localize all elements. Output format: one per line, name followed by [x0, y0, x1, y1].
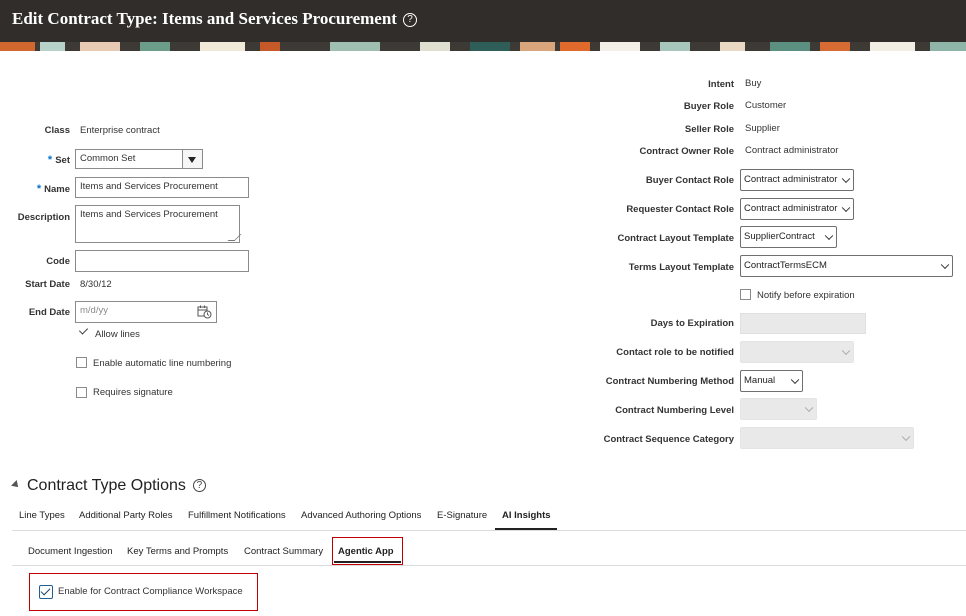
chevron-down-icon	[841, 203, 851, 213]
name-label-text: Name	[44, 184, 70, 195]
terms-layout-template-value: ContractTermsECM	[744, 260, 827, 271]
set-dropdown-button[interactable]	[182, 149, 203, 169]
caret-down-icon	[188, 157, 196, 163]
terms-layout-template-label: Terms Layout Template	[628, 262, 734, 273]
chevron-down-icon	[901, 432, 911, 442]
buyer-role-label: Buyer Role	[683, 101, 734, 112]
class-value: Enterprise contract	[80, 125, 160, 136]
check-icon	[78, 325, 89, 335]
contract-owner-role-value: Contract administrator	[745, 145, 839, 156]
allow-lines-label: Allow lines	[95, 329, 140, 340]
numbering-level-label: Contract Numbering Level	[615, 405, 734, 416]
collapse-triangle-icon[interactable]	[11, 480, 21, 490]
requester-contact-role-label: Requester Contact Role	[626, 204, 734, 215]
description-label: Description	[17, 212, 70, 223]
code-label: Code	[46, 256, 70, 267]
subtab-contract-summary[interactable]: Contract Summary	[244, 546, 323, 557]
intent-label: Intent	[708, 79, 734, 90]
numbering-method-value: Manual	[744, 375, 776, 386]
name-label: * Name	[37, 183, 70, 195]
end-date-input[interactable]: m/d/yy	[75, 301, 217, 323]
requester-contact-role-select[interactable]: Contract administrator	[740, 198, 854, 220]
tab-divider	[12, 530, 966, 531]
description-textarea[interactable]: Items and Services Procurement	[75, 205, 240, 243]
set-label-text: Set	[55, 155, 70, 166]
subtab-document-ingestion[interactable]: Document Ingestion	[28, 546, 113, 557]
contract-layout-template-select[interactable]: SupplierContract	[740, 226, 837, 248]
requester-contact-role-value: Contract administrator	[744, 203, 838, 214]
contact-role-notified-label: Contact role to be notified	[616, 347, 734, 358]
calendar-icon[interactable]	[197, 305, 212, 319]
compliance-workspace-checkbox[interactable]	[39, 585, 53, 599]
contract-owner-role-label: Contract Owner Role	[639, 146, 735, 157]
end-date-placeholder: m/d/yy	[80, 305, 108, 316]
required-mark: *	[36, 183, 42, 195]
auto-line-numbering-checkbox[interactable]	[76, 357, 87, 368]
days-to-expiration-label: Days to Expiration	[650, 318, 734, 329]
decorative-banner	[0, 42, 966, 51]
section-title-text: Contract Type Options	[27, 477, 186, 494]
requires-signature-checkbox[interactable]	[76, 387, 87, 398]
contact-role-notified-select[interactable]	[740, 341, 854, 363]
start-date-label: Start Date	[25, 279, 70, 290]
days-to-expiration-input[interactable]	[740, 313, 866, 334]
seller-role-value: Supplier	[745, 123, 780, 134]
contract-layout-template-label: Contract Layout Template	[617, 233, 734, 244]
numbering-method-select[interactable]: Manual	[740, 370, 803, 392]
requires-signature-label: Requires signature	[93, 387, 173, 398]
section-title: Contract Type Options?	[27, 477, 206, 495]
page-title-text: Edit Contract Type: Items and Services P…	[12, 9, 397, 28]
sequence-category-select[interactable]	[740, 427, 914, 449]
buyer-contact-role-value: Contract administrator	[744, 174, 838, 185]
subtab-key-terms-and-prompts[interactable]: Key Terms and Prompts	[127, 546, 228, 557]
tab-additional-party-roles[interactable]: Additional Party Roles	[79, 510, 172, 521]
terms-layout-template-select[interactable]: ContractTermsECM	[740, 255, 953, 277]
chevron-down-icon	[841, 346, 851, 356]
contract-layout-template-value: SupplierContract	[744, 231, 815, 242]
chevron-down-icon	[940, 260, 950, 270]
notify-before-expiration-checkbox[interactable]	[740, 289, 751, 300]
start-date-value: 8/30/12	[80, 279, 112, 290]
tab-fulfillment-notifications[interactable]: Fulfillment Notifications	[188, 510, 286, 521]
class-label: Class	[44, 125, 70, 136]
chevron-down-icon	[824, 231, 834, 241]
help-icon[interactable]: ?	[192, 479, 206, 492]
sequence-category-label: Contract Sequence Category	[603, 434, 734, 445]
end-date-label: End Date	[28, 307, 70, 318]
chevron-down-icon	[841, 174, 851, 184]
numbering-method-label: Contract Numbering Method	[605, 376, 734, 387]
name-input[interactable]: Items and Services Procurement	[75, 177, 249, 198]
buyer-role-value: Customer	[745, 100, 787, 111]
help-icon[interactable]: ?	[402, 13, 417, 27]
required-mark: *	[47, 154, 53, 166]
set-value: Common Set	[80, 153, 136, 164]
checkmark-icon	[40, 585, 51, 596]
tab-e-signature[interactable]: E-Signature	[437, 510, 487, 521]
subtab-divider	[12, 565, 966, 566]
buyer-contact-role-select[interactable]: Contract administrator	[740, 169, 854, 191]
set-label: * Set	[48, 154, 70, 166]
tab-advanced-authoring-options[interactable]: Advanced Authoring Options	[301, 510, 421, 521]
tab-ai-insights[interactable]: AI Insights	[502, 510, 551, 521]
chevron-down-icon	[790, 375, 800, 385]
seller-role-label: Seller Role	[684, 124, 734, 135]
auto-line-numbering-label: Enable automatic line numbering	[93, 358, 232, 369]
active-subtab-indicator	[334, 561, 401, 563]
buyer-contact-role-label: Buyer Contact Role	[645, 175, 734, 186]
tab-line-types[interactable]: Line Types	[19, 510, 65, 521]
code-input[interactable]	[75, 250, 249, 272]
intent-value: Buy	[745, 78, 762, 89]
compliance-workspace-label: Enable for Contract Compliance Workspace	[58, 586, 243, 597]
notify-before-expiration-label: Notify before expiration	[757, 290, 855, 301]
page-title: Edit Contract Type: Items and Services P…	[12, 9, 417, 29]
chevron-down-icon	[804, 403, 814, 413]
numbering-level-select[interactable]	[740, 398, 817, 420]
subtab-agentic-app[interactable]: Agentic App	[338, 546, 394, 557]
set-field[interactable]: Common Set	[75, 149, 182, 169]
